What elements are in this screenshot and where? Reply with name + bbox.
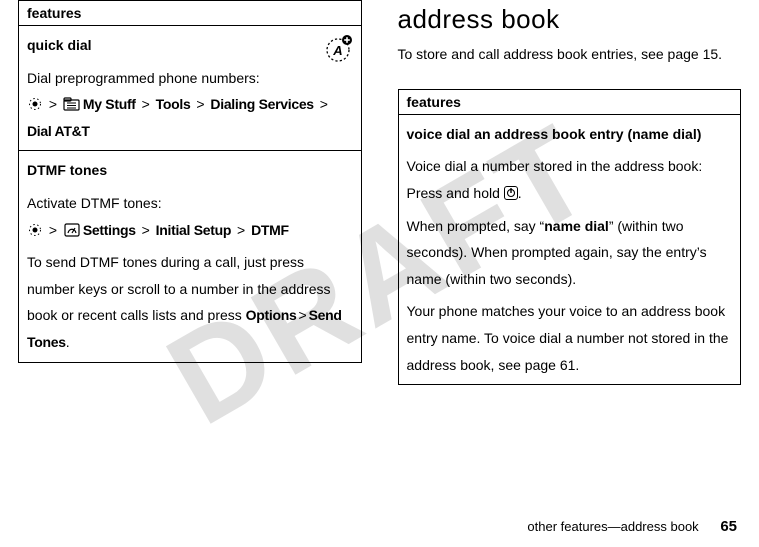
nav-path: > Settings > Initial Setup > DTMF xyxy=(27,217,353,244)
table-header: features xyxy=(398,89,741,114)
row-title: DTMF tones xyxy=(27,157,353,184)
path-seg: Settings xyxy=(83,222,136,238)
row-text: Dial preprogrammed phone numbers: xyxy=(27,65,353,92)
center-key-icon xyxy=(27,220,43,234)
path-seg: Dial AT&T xyxy=(27,123,90,139)
row-text: Press and hold . xyxy=(407,180,733,207)
row-title: voice dial an address book entry (name d… xyxy=(407,121,733,148)
footer-text: other features—address book xyxy=(527,519,698,534)
intro-text: To store and call address book entries, … xyxy=(398,43,742,67)
table-row: voice dial an address book entry (name d… xyxy=(398,114,741,384)
row-text: To send DTMF tones during a call, just p… xyxy=(27,249,353,355)
table-header: features xyxy=(19,1,362,26)
svg-text:A: A xyxy=(332,43,342,58)
page-content: features A quick dial Dial preprogrammed… xyxy=(0,0,759,547)
features-table-left: features A quick dial Dial preprogrammed… xyxy=(18,0,362,363)
center-key-icon xyxy=(27,94,43,108)
path-seg: My Stuff xyxy=(83,96,136,112)
send-key-icon xyxy=(504,186,518,200)
path-seg: Initial Setup xyxy=(156,222,231,238)
page-number: 65 xyxy=(720,518,737,535)
nav-path: > My Stuff > Tools > Dialing Services > … xyxy=(27,91,353,144)
accessory-icon: A xyxy=(323,34,353,64)
section-heading: address book xyxy=(398,4,742,35)
row-text: Voice dial a number stored in the addres… xyxy=(407,153,733,180)
row-text: Your phone matches your voice to an addr… xyxy=(407,298,733,378)
table-row: A quick dial Dial preprogrammed phone nu… xyxy=(19,26,362,151)
row-text: Activate DTMF tones: xyxy=(27,190,353,217)
path-seg: Tools xyxy=(156,96,191,112)
features-table-right: features voice dial an address book entr… xyxy=(398,89,742,385)
row-text: When prompted, say “name dial” (within t… xyxy=(407,213,733,293)
path-seg: Dialing Services xyxy=(210,96,313,112)
row-title: quick dial xyxy=(27,32,353,59)
folder-icon xyxy=(63,93,79,107)
left-column: features A quick dial Dial preprogrammed… xyxy=(10,0,380,487)
settings-icon xyxy=(63,219,79,233)
right-column: address book To store and call address b… xyxy=(380,0,750,487)
page-footer: other features—address book 65 xyxy=(527,518,737,535)
table-row: DTMF tones Activate DTMF tones: > Settin… xyxy=(19,151,362,362)
path-seg: DTMF xyxy=(251,222,289,238)
